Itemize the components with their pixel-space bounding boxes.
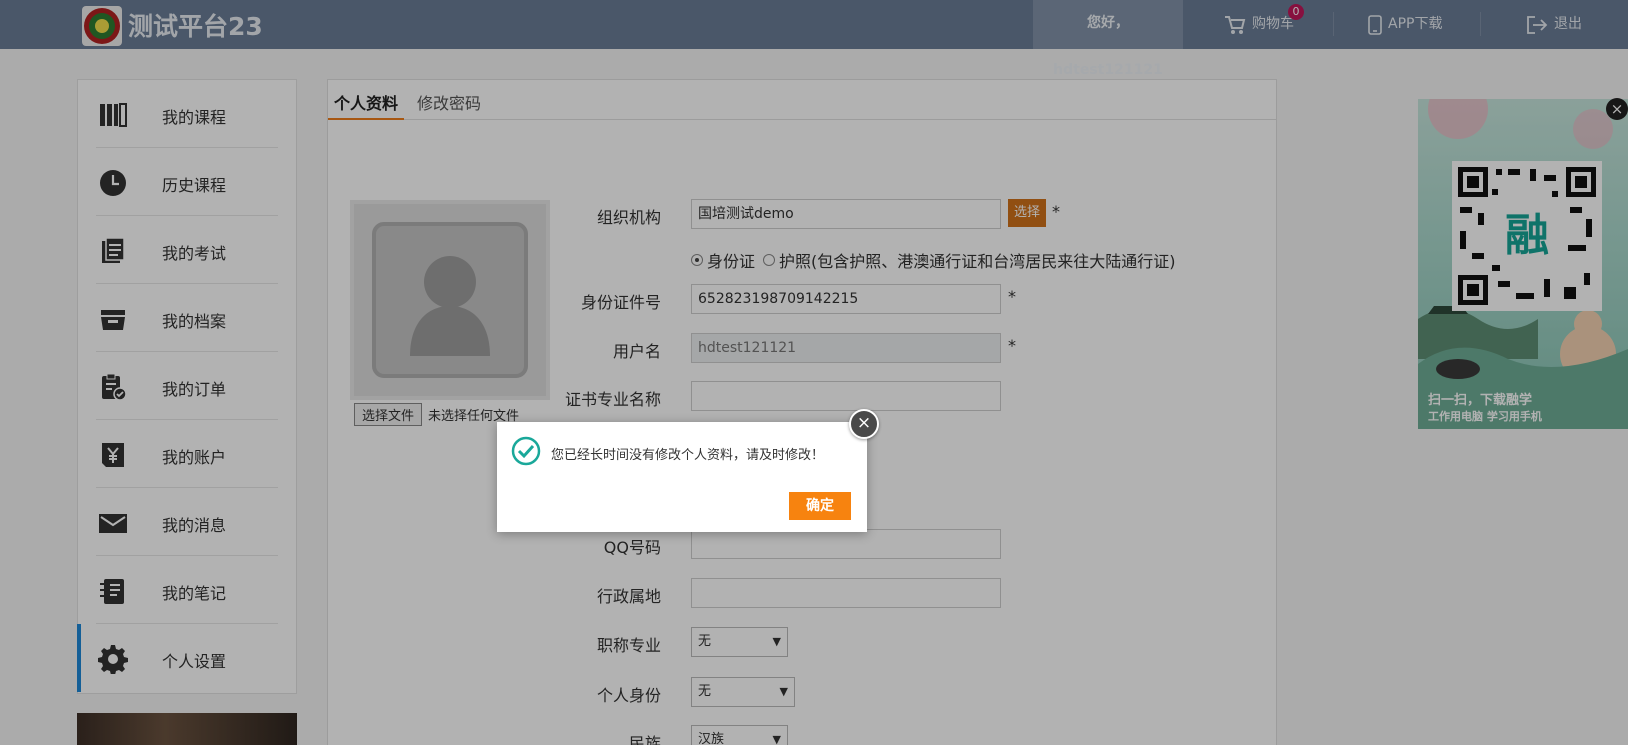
modal-overlay bbox=[0, 0, 1628, 745]
success-check-icon bbox=[511, 436, 541, 466]
close-dialog-icon[interactable]: × bbox=[849, 409, 879, 439]
dialog-message: 您已经长时间没有修改个人资料，请及时修改！ bbox=[551, 448, 825, 463]
reminder-dialog: 您已经长时间没有修改个人资料，请及时修改！ 确定 bbox=[497, 422, 867, 532]
confirm-button[interactable]: 确定 bbox=[789, 492, 851, 520]
